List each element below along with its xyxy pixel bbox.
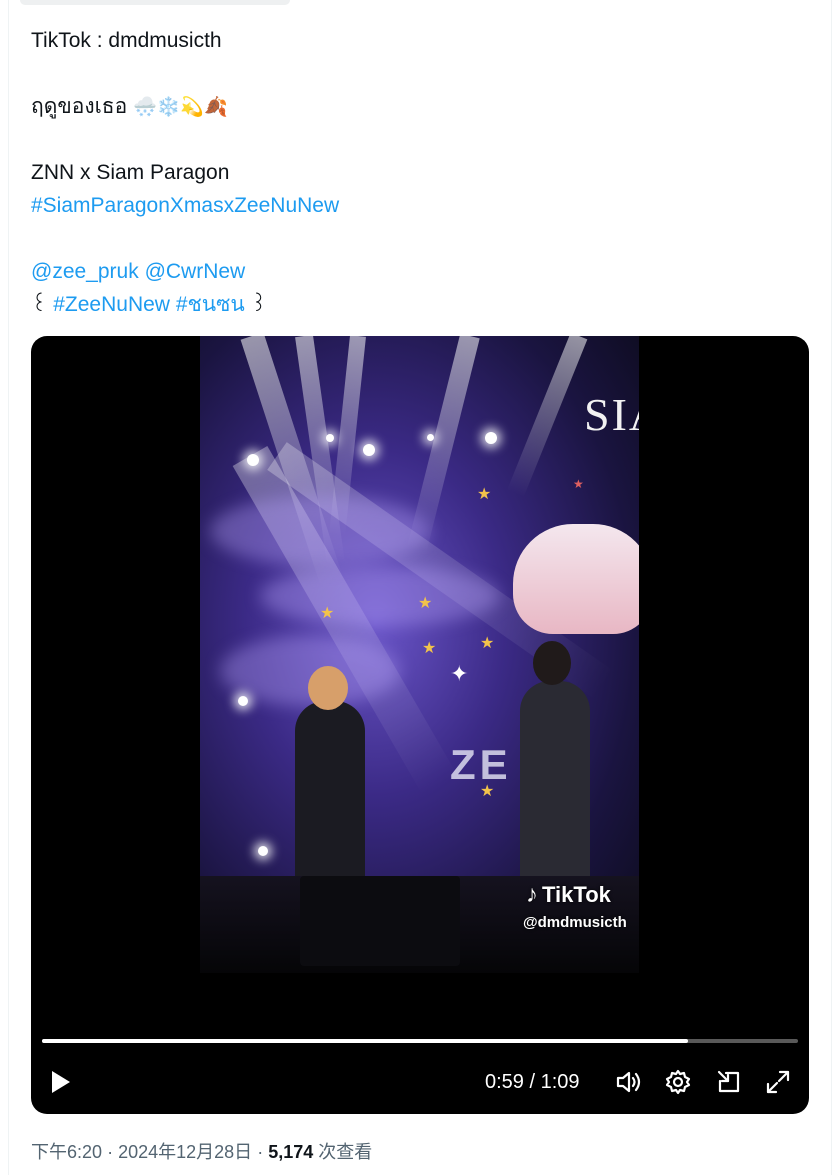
previous-element-edge: [20, 0, 290, 5]
tweet-line-source: TikTok : dmdmusicth: [31, 29, 222, 52]
hashtag-link[interactable]: #SiamParagonXmasxZeeNuNew: [31, 194, 339, 217]
gear-icon: [665, 1069, 691, 1095]
mention-link[interactable]: @CwrNew: [145, 260, 246, 283]
video-frame[interactable]: ★ ★ ★ ★ ★ ✦ ★ ★ SIA ZE PR ♪TikTok @dmdmu…: [200, 336, 639, 973]
stage-signage: SIA: [584, 389, 639, 440]
performer-left: [295, 701, 365, 891]
stage-light: [485, 432, 497, 444]
progress-bar[interactable]: [42, 1039, 798, 1043]
fullscreen-button[interactable]: [762, 1062, 794, 1102]
tweet-date[interactable]: 2024年12月28日: [118, 1142, 252, 1162]
stage-light: [427, 434, 434, 441]
performer-right-head: [533, 641, 571, 685]
stage-speaker: [300, 876, 460, 966]
views-count: 5,174: [268, 1142, 314, 1162]
video-player[interactable]: ★ ★ ★ ★ ★ ✦ ★ ★ SIA ZE PR ♪TikTok @dmdmu…: [31, 336, 809, 1114]
volume-button[interactable]: [613, 1062, 645, 1102]
stage-light: [326, 434, 334, 442]
bracket-open: ꒰: [31, 293, 48, 316]
cloud-decoration: [513, 524, 639, 634]
volume-icon: [616, 1071, 641, 1093]
song-title: ฤดูของเธอ: [31, 95, 128, 118]
season-emoji: 🌨️❄️💫🍂: [133, 96, 228, 118]
play-button[interactable]: [45, 1062, 77, 1102]
video-controls: 0:59 / 1:09: [31, 1062, 809, 1102]
tweet-meta: 下午6:20 · 2024年12月28日 · 5,174 次查看: [31, 1138, 372, 1164]
dock-button[interactable]: [713, 1062, 745, 1102]
tiktok-watermark: ♪ TikTok: [526, 881, 611, 908]
time-display: 0:59 / 1:09: [485, 1070, 580, 1093]
performer-right: [520, 681, 590, 901]
fullscreen-icon: [766, 1070, 790, 1094]
tweet-text: TikTok : dmdmusicth ฤดูของเธอ 🌨️❄️💫🍂 ZNN…: [31, 24, 801, 321]
hashtag-link[interactable]: #ZeeNuNew: [53, 293, 170, 316]
dock-icon: [717, 1070, 740, 1093]
hashtag-link[interactable]: #ชนซน: [176, 293, 245, 316]
stage-light: [247, 454, 259, 466]
bracket-close: ꒱: [250, 293, 267, 316]
meta-separator: ·: [107, 1142, 114, 1162]
tweet-line-event: ZNN x Siam Paragon: [31, 161, 230, 184]
mention-link[interactable]: @zee_pruk: [31, 260, 139, 283]
stage-light: [238, 696, 248, 706]
progress-fill: [42, 1039, 689, 1043]
performer-left-head: [308, 666, 348, 710]
stage-light: [258, 846, 268, 856]
tiktok-logo-icon: ♪: [526, 881, 538, 908]
views-label: 次查看: [318, 1142, 373, 1162]
tweet-time[interactable]: 下午6:20: [31, 1142, 102, 1162]
settings-button[interactable]: [662, 1062, 694, 1102]
stage-light: [363, 444, 375, 456]
play-icon: [52, 1071, 70, 1093]
meta-separator: ·: [257, 1142, 264, 1162]
tweet-line-song: ฤดูของเธอ 🌨️❄️💫🍂: [31, 90, 801, 123]
tiktok-handle: @dmdmusicth: [523, 914, 627, 931]
